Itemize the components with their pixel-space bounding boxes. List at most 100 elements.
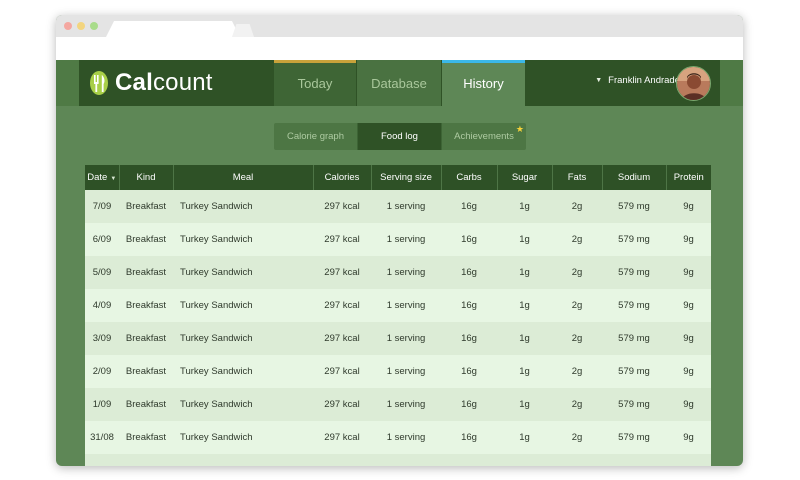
app-logo-text: Calcount xyxy=(115,69,213,97)
table-row[interactable]: 2/09 Breakfast Turkey Sandwich 297 kcal 1 se… xyxy=(85,355,711,388)
cell-kind: Breakfast xyxy=(119,223,173,256)
cell-fats: 2g xyxy=(552,322,602,355)
cell-sugar: 1g xyxy=(497,223,552,256)
column-header-kind[interactable]: Kind xyxy=(119,165,174,190)
cell-sodium: 579 mg xyxy=(602,256,666,289)
cell-date: 2/09 xyxy=(85,355,119,388)
app-logo[interactable]: Calcount xyxy=(89,68,213,98)
cell-date: 5/09 xyxy=(85,256,119,289)
cell-date: 3/09 xyxy=(85,322,119,355)
cell-date: 1/09 xyxy=(85,388,119,421)
cell-kind: Breakfast xyxy=(119,322,173,355)
cell-sugar: 1g xyxy=(497,256,552,289)
cell-calories: 297 kcal xyxy=(313,388,371,421)
user-menu[interactable]: ▼ Franklin Andrade xyxy=(595,75,680,86)
browser-tab[interactable] xyxy=(106,21,240,37)
cell-sugar: 1g xyxy=(497,322,552,355)
cell-fats xyxy=(552,454,602,466)
table-row[interactable] xyxy=(85,454,711,466)
table-row[interactable]: 7/09 Breakfast Turkey Sandwich 297 kcal 1 se… xyxy=(85,190,711,223)
column-header-calories[interactable]: Calories xyxy=(313,165,372,190)
cell-calories: 297 kcal xyxy=(313,355,371,388)
cell-carbs: 16g xyxy=(441,223,497,256)
cell-calories: 297 kcal xyxy=(313,421,371,454)
cell-serving-size: 1 serving xyxy=(371,322,441,355)
cell-meal: Turkey Sandwich xyxy=(173,190,313,223)
table-row[interactable]: 5/09 Breakfast Turkey Sandwich 297 kcal 1 se… xyxy=(85,256,711,289)
minimize-window-dot[interactable] xyxy=(77,22,85,30)
subtab-food-log[interactable]: Food log xyxy=(358,123,442,150)
column-header-protein[interactable]: Protein xyxy=(666,165,711,190)
cell-fats: 2g xyxy=(552,223,602,256)
cell-protein: 9g xyxy=(666,355,711,388)
subtab-achievements[interactable]: Achievements ★ xyxy=(442,123,526,150)
app-header-inner: Calcount Today Database History ▼ Frankl… xyxy=(79,60,720,106)
tab-history[interactable]: History xyxy=(442,60,525,106)
cell-carbs: 16g xyxy=(441,289,497,322)
browser-titlebar xyxy=(56,15,743,37)
table-row[interactable]: 1/09 Breakfast Turkey Sandwich 297 kcal 1 se… xyxy=(85,388,711,421)
cell-carbs: 16g xyxy=(441,322,497,355)
cell-sugar: 1g xyxy=(497,355,552,388)
tab-database[interactable]: Database xyxy=(357,60,441,106)
cell-protein: 9g xyxy=(666,289,711,322)
cell-sugar: 1g xyxy=(497,388,552,421)
cell-sugar: 1g xyxy=(497,421,552,454)
table-row[interactable]: 31/08 Breakfast Turkey Sandwich 297 kcal 1 s… xyxy=(85,421,711,454)
cell-protein: 9g xyxy=(666,421,711,454)
table-row[interactable]: 6/09 Breakfast Turkey Sandwich 297 kcal 1 se… xyxy=(85,223,711,256)
column-header-carbs[interactable]: Carbs xyxy=(441,165,498,190)
maximize-window-dot[interactable] xyxy=(90,22,98,30)
cell-sodium xyxy=(602,454,666,466)
cell-meal: Turkey Sandwich xyxy=(173,355,313,388)
cell-calories: 297 kcal xyxy=(313,289,371,322)
new-tab-button[interactable] xyxy=(232,24,254,37)
chevron-down-icon: ▼ xyxy=(595,77,603,84)
cell-calories: 297 kcal xyxy=(313,190,371,223)
column-header-meal[interactable]: Meal xyxy=(173,165,314,190)
cell-protein: 9g xyxy=(666,388,711,421)
cell-serving-size: 1 serving xyxy=(371,388,441,421)
cell-kind: Breakfast xyxy=(119,289,173,322)
column-header-serving-size[interactable]: Serving size xyxy=(371,165,442,190)
cell-kind: Breakfast xyxy=(119,355,173,388)
table-row[interactable]: 4/09 Breakfast Turkey Sandwich 297 kcal 1 se… xyxy=(85,289,711,322)
cell-date: 7/09 xyxy=(85,190,119,223)
tab-today[interactable]: Today xyxy=(274,60,356,106)
cell-serving-size xyxy=(371,454,441,466)
subtab-food-log-label: Food log xyxy=(381,131,418,142)
cell-sodium: 579 mg xyxy=(602,190,666,223)
cell-kind: Breakfast xyxy=(119,421,173,454)
cell-fats: 2g xyxy=(552,256,602,289)
table-row[interactable]: 3/09 Breakfast Turkey Sandwich 297 kcal 1 se… xyxy=(85,322,711,355)
user-name: Franklin Andrade xyxy=(608,75,680,86)
cell-sodium: 579 mg xyxy=(602,223,666,256)
cell-meal: Turkey Sandwich xyxy=(173,421,313,454)
subtab-achievements-label: Achievements xyxy=(454,131,514,142)
cell-meal: Turkey Sandwich xyxy=(173,256,313,289)
cell-calories: 297 kcal xyxy=(313,322,371,355)
table-header-row: Date ▼ Kind Meal Calories Serving size Ca… xyxy=(85,165,711,190)
cell-sugar: 1g xyxy=(497,289,552,322)
cell-meal: Turkey Sandwich xyxy=(173,289,313,322)
cell-serving-size: 1 serving xyxy=(371,256,441,289)
column-header-sugar[interactable]: Sugar xyxy=(497,165,553,190)
logo-bold-part: Cal xyxy=(115,69,153,96)
cell-serving-size: 1 serving xyxy=(371,190,441,223)
avatar[interactable] xyxy=(676,66,711,101)
column-date-label: Date xyxy=(87,172,108,183)
column-header-fats[interactable]: Fats xyxy=(552,165,603,190)
cell-date xyxy=(85,454,119,466)
subtab-calorie-graph[interactable]: Calorie graph xyxy=(274,123,358,150)
user-avatar-image xyxy=(677,67,710,100)
cell-serving-size: 1 serving xyxy=(371,421,441,454)
column-header-sodium[interactable]: Sodium xyxy=(602,165,667,190)
column-header-date[interactable]: Date ▼ xyxy=(85,165,120,190)
address-bar[interactable] xyxy=(56,37,743,61)
cell-fats: 2g xyxy=(552,190,602,223)
tab-database-label: Database xyxy=(371,75,427,91)
cell-protein: 9g xyxy=(666,223,711,256)
tab-today-accent xyxy=(274,60,356,63)
cell-fats: 2g xyxy=(552,388,602,421)
close-window-dot[interactable] xyxy=(64,22,72,30)
